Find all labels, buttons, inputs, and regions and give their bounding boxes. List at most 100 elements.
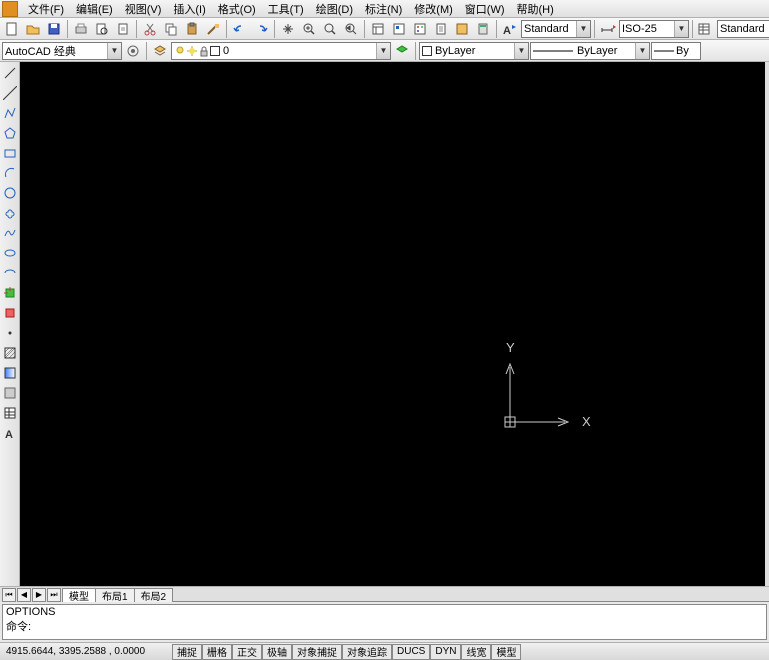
point-tool[interactable] — [1, 324, 19, 342]
tab-first-button[interactable]: ⏮ — [2, 588, 16, 602]
block-tool[interactable] — [1, 304, 19, 322]
dimstyle-icon[interactable] — [598, 19, 618, 39]
markup-button[interactable] — [452, 19, 472, 39]
toolbar-layers: AutoCAD 经典▼ 0 ▼ ByLayer▼ ByLayer▼ By — [0, 40, 769, 62]
insert-tool[interactable] — [1, 284, 19, 302]
arc-tool[interactable] — [1, 164, 19, 182]
layer-combo[interactable]: 0 ▼ — [171, 42, 391, 60]
status-osnap[interactable]: 对象捕捉 — [292, 644, 342, 660]
lineweight-value: By — [676, 45, 689, 57]
command-prompt: 命令: — [6, 618, 763, 634]
spline-tool[interactable] — [1, 224, 19, 242]
menu-edit[interactable]: 编辑(E) — [70, 0, 119, 19]
workspace-settings-button[interactable] — [123, 41, 143, 61]
status-ortho[interactable]: 正交 — [232, 644, 262, 660]
tab-prev-button[interactable]: ◀ — [17, 588, 31, 602]
menu-insert[interactable]: 插入(I) — [167, 0, 211, 19]
tablestyle-icon[interactable] — [696, 19, 716, 39]
save-button[interactable] — [44, 19, 64, 39]
calc-button[interactable] — [473, 19, 493, 39]
region-tool[interactable] — [1, 384, 19, 402]
ellipse-tool[interactable] — [1, 244, 19, 262]
coords-display: 4915.6644, 3395.2588 , 0.0000 — [2, 644, 172, 660]
xline-tool[interactable] — [1, 84, 19, 102]
sheetset-button[interactable] — [431, 19, 451, 39]
status-polar[interactable]: 极轴 — [262, 644, 292, 660]
text-tool[interactable]: A — [1, 424, 19, 442]
layout-tabs: ⏮ ◀ ▶ ⏭ 模型 布局1 布局2 — [0, 586, 769, 602]
menu-dim[interactable]: 标注(N) — [359, 0, 408, 19]
menu-modify[interactable]: 修改(M) — [408, 0, 459, 19]
layer-properties-button[interactable] — [150, 41, 170, 61]
zoom-prev-button[interactable] — [341, 19, 361, 39]
svg-text:Y: Y — [506, 342, 515, 355]
menu-draw[interactable]: 绘图(D) — [310, 0, 359, 19]
status-grid[interactable]: 栅格 — [202, 644, 232, 660]
circle-tool[interactable] — [1, 184, 19, 202]
table-tool[interactable] — [1, 404, 19, 422]
cut-button[interactable] — [140, 19, 160, 39]
dropdown-icon: ▼ — [107, 43, 121, 59]
properties-button[interactable] — [368, 19, 388, 39]
menu-tools[interactable]: 工具(T) — [262, 0, 310, 19]
status-lwt[interactable]: 线宽 — [461, 644, 491, 660]
textstyle-combo[interactable]: Standard▼ — [521, 20, 591, 38]
match-button[interactable] — [203, 19, 223, 39]
publish-button[interactable] — [113, 19, 133, 39]
status-model[interactable]: 模型 — [491, 644, 521, 660]
tablestyle-combo[interactable]: Standard▼ — [717, 20, 769, 38]
zoom-window-button[interactable] — [320, 19, 340, 39]
drawing-canvas[interactable]: X Y — [20, 62, 769, 586]
textstyle-icon[interactable]: A — [500, 19, 520, 39]
zoom-realtime-button[interactable] — [299, 19, 319, 39]
undo-button[interactable] — [230, 19, 250, 39]
command-window[interactable]: OPTIONS 命令: — [2, 604, 767, 640]
workspace-combo[interactable]: AutoCAD 经典▼ — [2, 42, 122, 60]
status-otrack[interactable]: 对象追踪 — [342, 644, 392, 660]
menu-file[interactable]: 文件(F) — [22, 0, 70, 19]
dropdown-icon: ▼ — [376, 43, 390, 59]
menu-help[interactable]: 帮助(H) — [511, 0, 560, 19]
pline-tool[interactable] — [1, 104, 19, 122]
designcenter-button[interactable] — [389, 19, 409, 39]
layer-value: 0 — [223, 45, 229, 57]
menu-format[interactable]: 格式(O) — [212, 0, 262, 19]
menu-window[interactable]: 窗口(W) — [459, 0, 511, 19]
gradient-tool[interactable] — [1, 364, 19, 382]
revcloud-tool[interactable] — [1, 204, 19, 222]
tab-layout1[interactable]: 布局1 — [95, 588, 135, 602]
new-button[interactable] — [2, 19, 22, 39]
color-combo[interactable]: ByLayer▼ — [419, 42, 529, 60]
menu-view[interactable]: 视图(V) — [119, 0, 168, 19]
preview-button[interactable] — [92, 19, 112, 39]
vertical-scrollbar[interactable] — [765, 62, 769, 586]
linetype-combo[interactable]: ByLayer▼ — [530, 42, 650, 60]
pan-button[interactable] — [278, 19, 298, 39]
toolpalette-button[interactable] — [410, 19, 430, 39]
tab-last-button[interactable]: ⏭ — [47, 588, 61, 602]
dimstyle-combo[interactable]: ISO-25▼ — [619, 20, 689, 38]
hatch-tool[interactable] — [1, 344, 19, 362]
line-tool[interactable] — [1, 64, 19, 82]
rectangle-tool[interactable] — [1, 144, 19, 162]
paste-button[interactable] — [182, 19, 202, 39]
dropdown-icon: ▼ — [635, 43, 649, 59]
lineweight-preview — [654, 47, 674, 55]
layer-prev-button[interactable] — [392, 41, 412, 61]
lineweight-combo[interactable]: By — [651, 42, 701, 60]
dropdown-icon: ▼ — [576, 21, 590, 37]
copy-button[interactable] — [161, 19, 181, 39]
polygon-tool[interactable] — [1, 124, 19, 142]
print-button[interactable] — [71, 19, 91, 39]
sun-icon — [186, 45, 198, 57]
status-dyn[interactable]: DYN — [430, 644, 461, 660]
open-button[interactable] — [23, 19, 43, 39]
tab-layout2[interactable]: 布局2 — [134, 588, 174, 602]
tab-next-button[interactable]: ▶ — [32, 588, 46, 602]
lightbulb-icon — [174, 45, 186, 57]
status-snap[interactable]: 捕捉 — [172, 644, 202, 660]
redo-button[interactable] — [251, 19, 271, 39]
ellipsearc-tool[interactable] — [1, 264, 19, 282]
tab-model[interactable]: 模型 — [62, 588, 96, 602]
status-ducs[interactable]: DUCS — [392, 644, 430, 660]
